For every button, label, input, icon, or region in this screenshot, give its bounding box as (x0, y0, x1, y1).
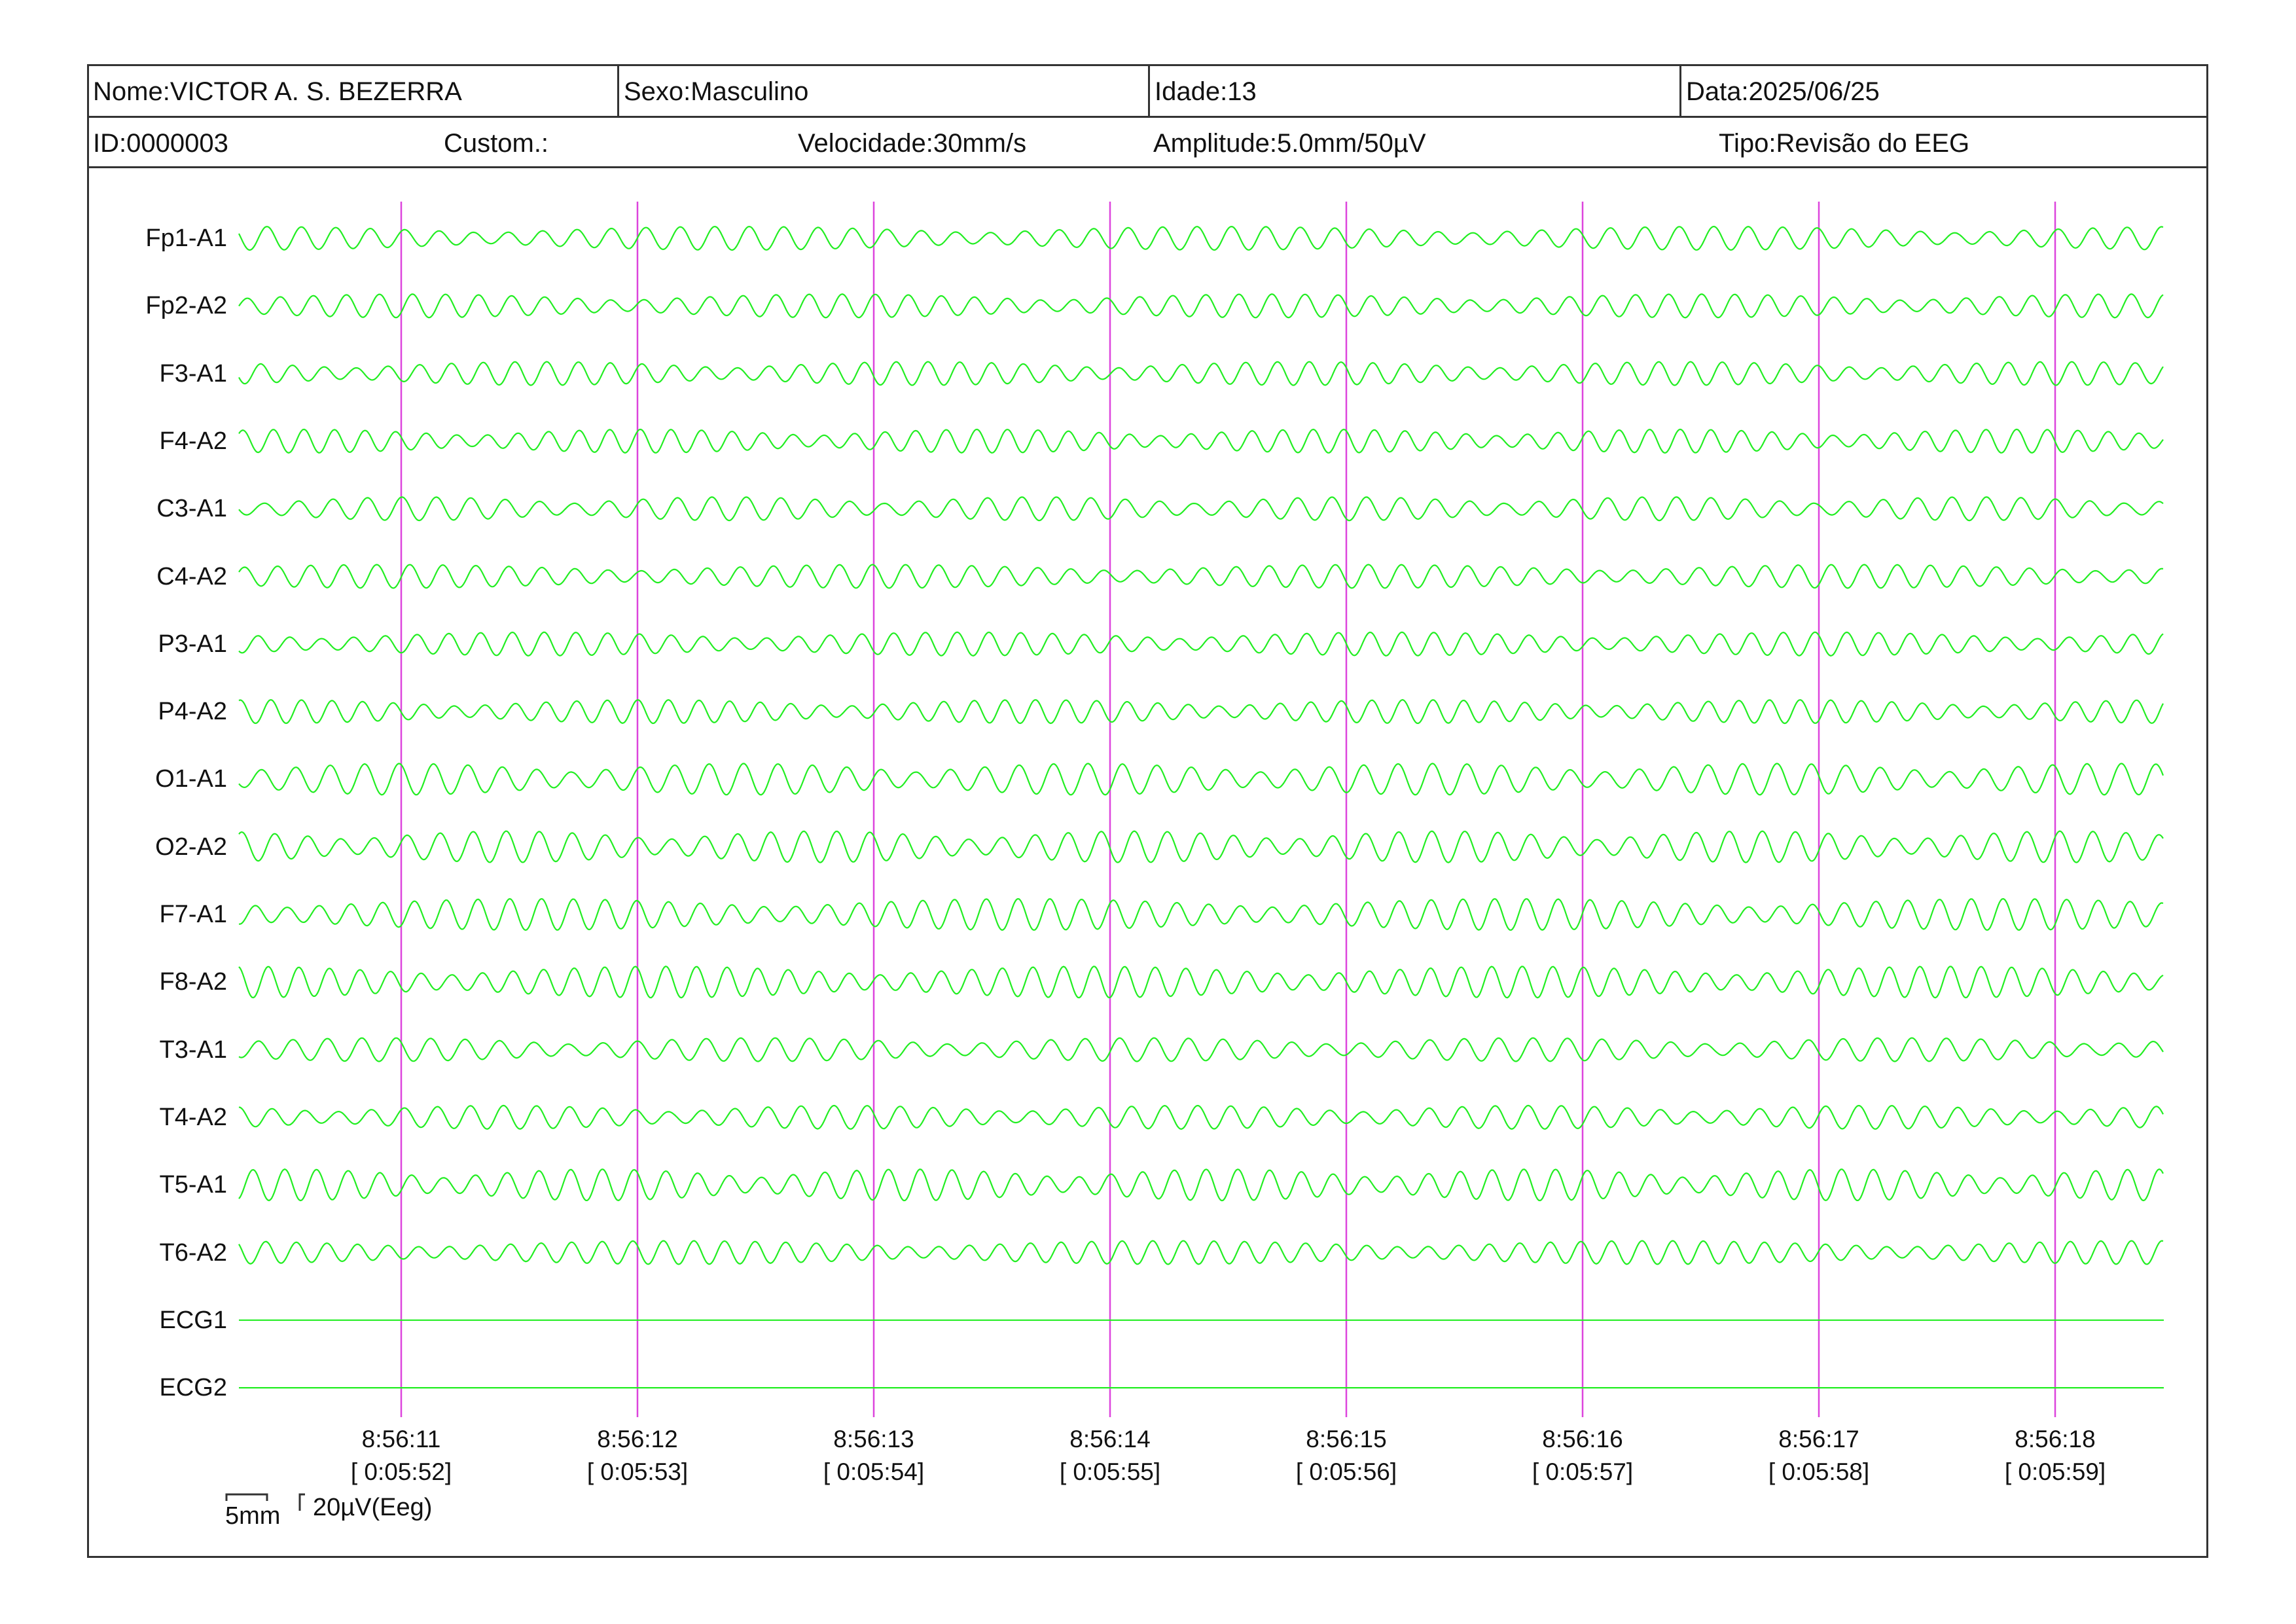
channel-trace (238, 698, 2164, 725)
channel-label: T5-A1 (159, 1171, 227, 1199)
channel-trace (238, 361, 2164, 386)
time-clock-label: 8:56:12 (597, 1426, 678, 1453)
time-elapsed-label: [ 0:05:53] (586, 1458, 689, 1485)
channel-label: P3-A1 (158, 630, 227, 658)
channel-trace (238, 830, 2164, 863)
channel-trace (238, 763, 2164, 796)
time-clock-label: 8:56:13 (833, 1426, 914, 1453)
time-scale-label: 5mm (225, 1502, 281, 1530)
channel-trace (238, 1240, 2164, 1265)
channel-label: F8-A2 (159, 968, 227, 996)
time-clock-label: 8:56:15 (1306, 1426, 1387, 1453)
channel-label: ECG2 (159, 1374, 227, 1402)
channel-label: T4-A2 (159, 1103, 227, 1131)
time-elapsed-label: [ 0:05:57] (1532, 1458, 1634, 1485)
channel-label: ECG1 (159, 1306, 227, 1334)
time-elapsed-label: [ 0:05:56] (1295, 1458, 1397, 1485)
channel-label: P4-A2 (158, 698, 227, 726)
channel-label: Fp2-A2 (145, 292, 227, 320)
channel-label: C4-A2 (156, 562, 227, 590)
channel-label: C3-A1 (156, 495, 227, 523)
time-elapsed-label: [ 0:05:59] (2004, 1458, 2106, 1485)
channel-trace (238, 965, 2164, 999)
time-clock-label: 8:56:14 (1069, 1426, 1151, 1453)
amplitude-scale-label: 20µV(Eeg) (313, 1494, 433, 1521)
channel-trace (238, 496, 2164, 522)
time-elapsed-label: [ 0:05:52] (350, 1458, 452, 1485)
channel-label: Fp1-A1 (145, 225, 227, 252)
channel-trace (238, 1168, 2164, 1202)
eeg-traces (225, 202, 2164, 1511)
channel-label: T3-A1 (159, 1036, 227, 1064)
channel-label: F7-A1 (159, 901, 227, 928)
channel-traces (238, 225, 2164, 1389)
channel-label: F4-A2 (159, 427, 227, 455)
time-clock-label: 8:56:16 (1542, 1426, 1623, 1453)
channel-label: O2-A2 (155, 833, 227, 861)
time-elapsed-label: [ 0:05:55] (1059, 1458, 1161, 1485)
channel-trace (238, 293, 2164, 319)
time-clock-label: 8:56:11 (361, 1426, 441, 1453)
time-clock-label: 8:56:17 (1778, 1426, 1859, 1453)
time-elapsed-label: [ 0:05:54] (823, 1458, 925, 1485)
channel-trace (238, 631, 2164, 657)
channel-trace (238, 564, 2164, 589)
channel-trace (238, 225, 2164, 251)
channel-label: O1-A1 (155, 765, 227, 793)
channel-trace (238, 428, 2164, 454)
amplitude-scale-bracket (298, 1493, 305, 1511)
channel-trace (239, 897, 2164, 931)
time-scale-bracket (225, 1493, 268, 1501)
time-clock-label: 8:56:18 (2015, 1426, 2096, 1453)
channel-label: T6-A2 (159, 1238, 227, 1267)
channel-trace (238, 1037, 2164, 1062)
channel-label: F3-A1 (159, 359, 227, 388)
time-elapsed-label: [ 0:05:58] (1768, 1458, 1870, 1485)
channel-trace (238, 1104, 2164, 1130)
